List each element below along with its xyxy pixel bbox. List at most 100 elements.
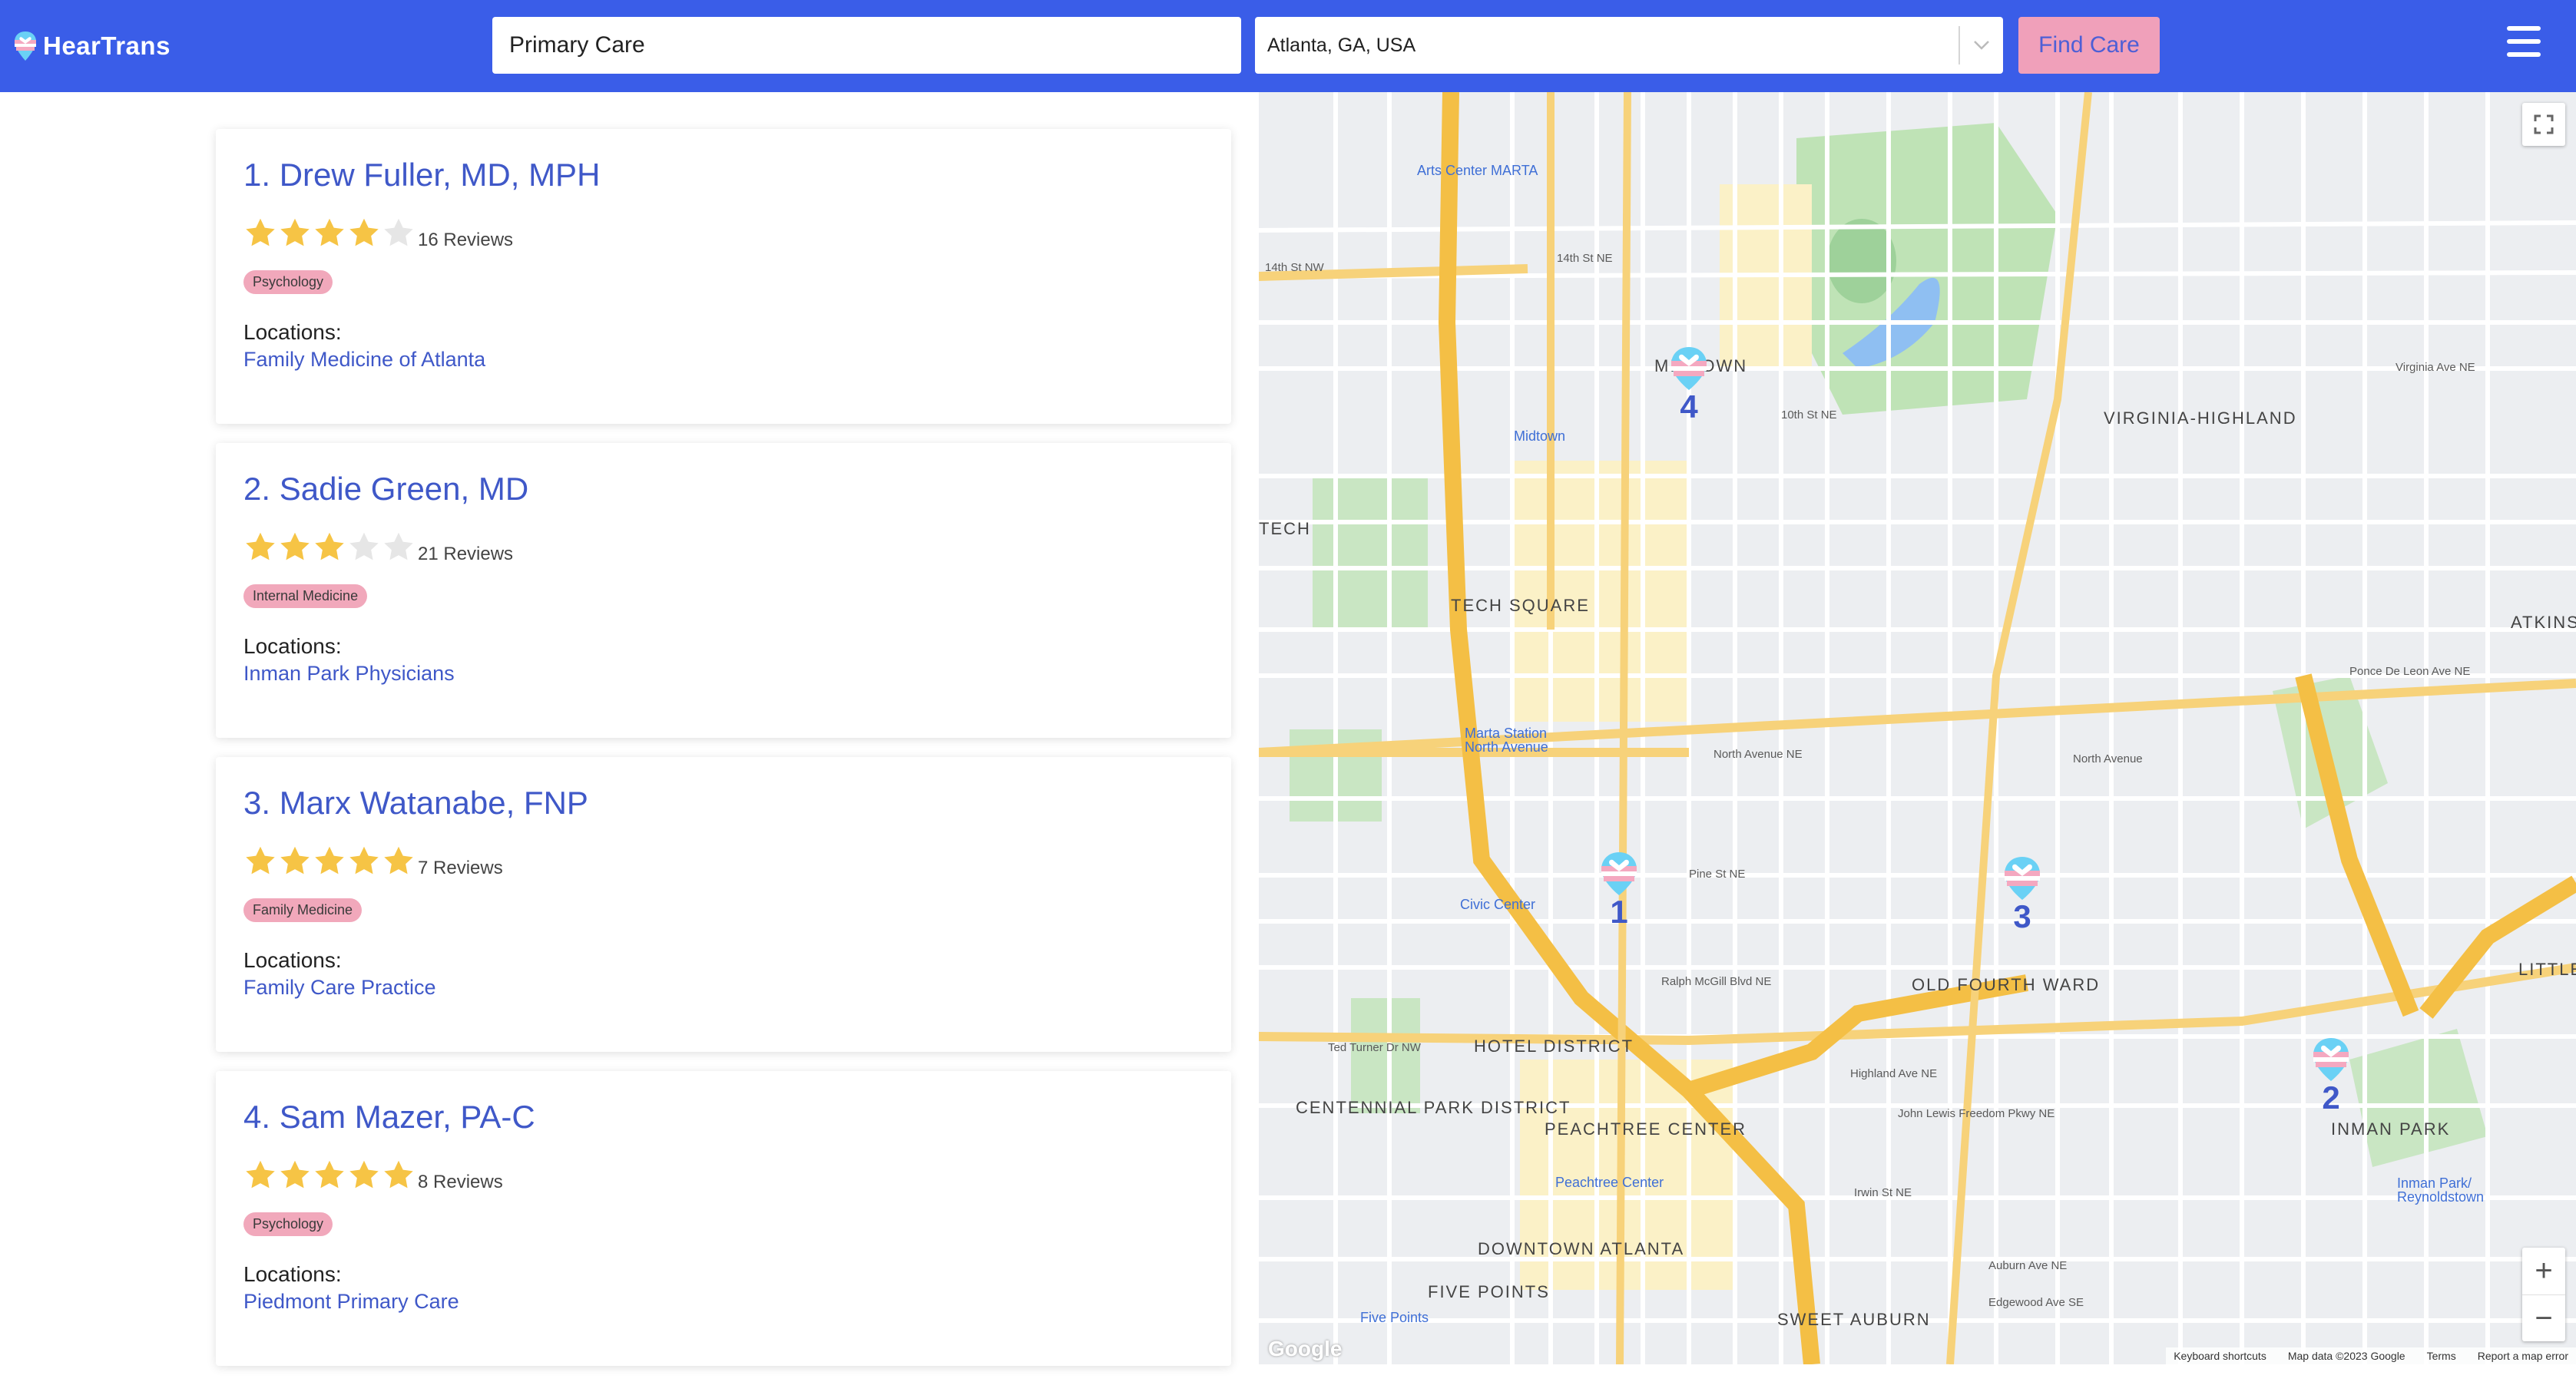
map-district-label: TECH SQUARE [1451,596,1590,615]
provider-card[interactable]: 2. Sadie Green, MD 21 Reviews Internal M… [216,443,1231,738]
star-filled-icon [246,846,275,874]
location-link[interactable]: Piedmont Primary Care [243,1290,1204,1314]
find-care-button[interactable]: Find Care [2018,17,2160,74]
map-district-label: LITTLE POI [2518,960,2576,979]
map-district-label: INMAN PARK [2331,1119,2451,1139]
map-street-label: Highland Ave NE [1850,1067,1938,1080]
map-street-label: Ralph McGill Blvd NE [1661,975,1772,988]
marker-number: 1 [1610,894,1628,930]
transit-station-label[interactable]: Arts Center MARTA [1417,163,1538,179]
brand-name: HearTrans [43,31,171,60]
star-filled-icon [349,846,379,874]
map-district-label: CENTENNIAL PARK DISTRICT [1296,1098,1571,1117]
zoom-in-icon[interactable]: + [2522,1248,2565,1294]
star-filled-icon [246,1160,275,1188]
map-data-text: Map data ©2023 Google [2287,1350,2405,1362]
map-marker[interactable]: 3 [2002,855,2042,940]
provider-card[interactable]: 3. Marx Watanabe, FNP 7 Reviews Family M… [216,757,1231,1052]
star-filled-icon [280,846,310,874]
fullscreen-icon[interactable] [2522,103,2565,146]
zoom-controls: + − [2522,1248,2565,1341]
map-street-label: 14th St NW [1265,261,1324,274]
transit-station-label[interactable]: Peachtree Center [1555,1175,1664,1191]
map-street-label: Ted Turner Dr NW [1328,1041,1421,1054]
marker-number: 3 [2013,898,2031,934]
map-street-label: Pine St NE [1689,868,1746,881]
specialty-tag: Family Medicine [243,898,363,922]
star-empty-icon [384,218,413,246]
locations-label: Locations: [243,634,342,658]
provider-name[interactable]: 3. Marx Watanabe, FNP [243,783,1204,823]
star-empty-icon [349,532,379,560]
top-navbar: HearTrans Atlanta, GA, USA Find Care [0,0,2576,92]
transit-station-label[interactable]: Midtown [1514,428,1565,445]
map-street-label: Ponce De Leon Ave NE [2349,665,2471,678]
specialty-tag: Internal Medicine [243,584,368,608]
provider-name[interactable]: 1. Drew Fuller, MD, MPH [243,155,1204,195]
map-street-label: Auburn Ave NE [1988,1259,2068,1272]
map-street-label: 10th St NE [1781,408,1837,422]
provider-card[interactable]: 4. Sam Mazer, PA-C 8 Reviews Psychology … [216,1071,1231,1366]
review-count[interactable]: 16 Reviews [418,230,513,251]
care-search-input[interactable] [492,17,1241,74]
location-link[interactable]: Inman Park Physicians [243,662,1204,686]
brand-logo[interactable]: HearTrans [14,29,171,63]
marker-number: 4 [1680,388,1698,425]
google-logo: Google [1268,1337,1343,1361]
map-district-label: FIVE POINTS [1428,1282,1550,1301]
provider-card[interactable]: 1. Drew Fuller, MD, MPH 16 Reviews Psych… [216,129,1231,424]
map-district-label: PEACHTREE CENTER [1545,1119,1747,1139]
transit-station-label[interactable]: Civic Center [1460,897,1535,913]
results-map[interactable]: MIDTOWN VIRGINIA-HIGHLAND TECH SQUARE OL… [1259,92,2576,1364]
review-count[interactable]: 8 Reviews [418,1172,503,1193]
map-street-label: Irwin St NE [1854,1186,1912,1199]
star-filled-icon [280,218,310,246]
report-error-link[interactable]: Report a map error [2478,1350,2568,1362]
map-marker[interactable]: 4 [1669,346,1709,430]
keyboard-shortcuts-link[interactable]: Keyboard shortcuts [2174,1350,2266,1362]
star-filled-icon [315,532,344,560]
map-attribution: Keyboard shortcuts Map data ©2023 Google… [2166,1347,2576,1364]
map-district-label: VIRGINIA-HIGHLAND [2104,408,2297,428]
marker-number: 2 [2322,1079,2340,1116]
location-select[interactable]: Atlanta, GA, USA [1255,17,2003,74]
zoom-out-icon[interactable]: − [2522,1295,2565,1342]
star-filled-icon [315,218,344,246]
location-pin-icon [2313,1038,2349,1081]
location-value: Atlanta, GA, USA [1267,34,1416,56]
star-empty-icon [384,532,413,560]
location-link[interactable]: Family Care Practice [243,976,1204,1000]
terms-link[interactable]: Terms [2427,1350,2456,1362]
star-filled-icon [280,532,310,560]
hamburger-menu-icon[interactable] [2507,26,2541,57]
location-pin-icon [1601,852,1637,895]
map-street-label: Edgewood Ave SE [1988,1296,2084,1309]
star-filled-icon [384,1160,413,1188]
specialty-tag: Psychology [243,270,333,294]
star-filled-icon [384,846,413,874]
map-base-layer [1259,92,2576,1364]
location-link[interactable]: Family Medicine of Atlanta [243,348,1204,372]
provider-name[interactable]: 2. Sadie Green, MD [243,469,1204,509]
provider-name[interactable]: 4. Sam Mazer, PA-C [243,1097,1204,1137]
map-street-label: Virginia Ave NE [2396,361,2475,374]
map-marker[interactable]: 2 [2311,1036,2351,1121]
rating-row: 7 Reviews [243,845,1204,881]
transit-station-label[interactable]: Five Points [1360,1310,1429,1326]
star-rating [243,845,416,882]
star-filled-icon [349,1160,379,1188]
map-district-label: OLD FOURTH WARD [1912,975,2101,994]
review-count[interactable]: 21 Reviews [418,544,513,565]
chevron-down-icon[interactable] [1960,17,2003,74]
star-filled-icon [246,532,275,560]
map-marker[interactable]: 1 [1599,851,1639,935]
star-rating [243,531,416,568]
map-district-label: ATKINS [2511,613,2576,632]
map-street-label: North Avenue NE [1713,748,1803,761]
transit-station-label[interactable]: Inman Park/ Reynoldstown [2397,1176,2484,1204]
star-filled-icon [349,218,379,246]
rating-row: 16 Reviews [243,217,1204,253]
transit-station-label[interactable]: Marta Station North Avenue [1465,726,1564,754]
star-filled-icon [315,1160,344,1188]
review-count[interactable]: 7 Reviews [418,858,503,879]
